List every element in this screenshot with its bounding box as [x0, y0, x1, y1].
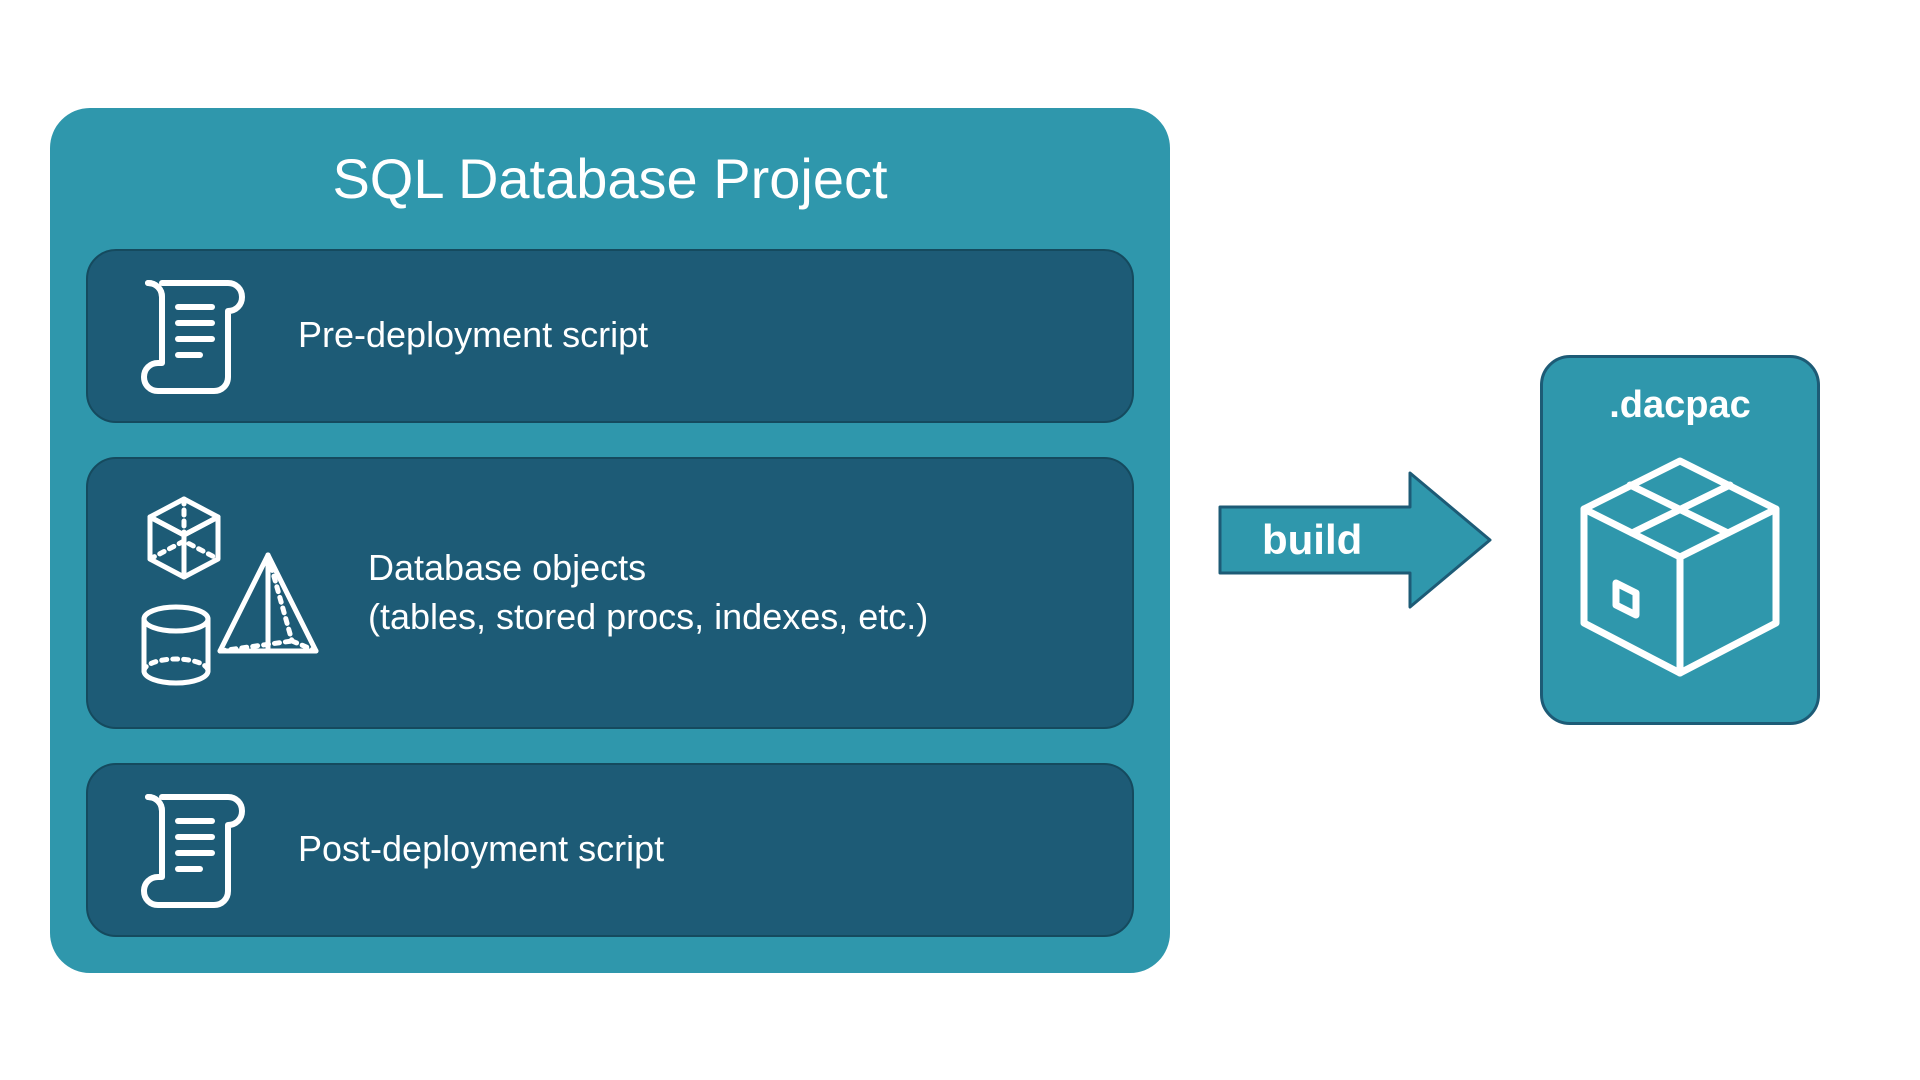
dacpac-output: .dacpac: [1540, 355, 1820, 725]
project-title: SQL Database Project: [86, 138, 1134, 215]
build-arrow: build: [1210, 465, 1500, 615]
scroll-script-icon: [128, 277, 258, 395]
pre-deployment-label: Pre-deployment script: [298, 311, 648, 360]
arrow-right-icon: [1210, 465, 1500, 615]
dacpac-label: .dacpac: [1609, 384, 1751, 427]
pre-deployment-card: Pre-deployment script: [86, 249, 1134, 423]
post-deployment-card: Post-deployment script: [86, 763, 1134, 937]
database-objects-label: Database objects (tables, stored procs, …: [368, 544, 928, 641]
post-deployment-label: Post-deployment script: [298, 825, 664, 874]
objects-label-line2: (tables, stored procs, indexes, etc.): [368, 596, 928, 637]
scroll-script-icon: [128, 791, 258, 909]
project-container: SQL Database Project Pre-deployment scri…: [50, 108, 1170, 973]
database-objects-card: Database objects (tables, stored procs, …: [86, 457, 1134, 729]
geometric-shapes-icon: [128, 493, 328, 693]
objects-label-line1: Database objects: [368, 547, 646, 588]
package-box-icon: [1570, 447, 1790, 687]
